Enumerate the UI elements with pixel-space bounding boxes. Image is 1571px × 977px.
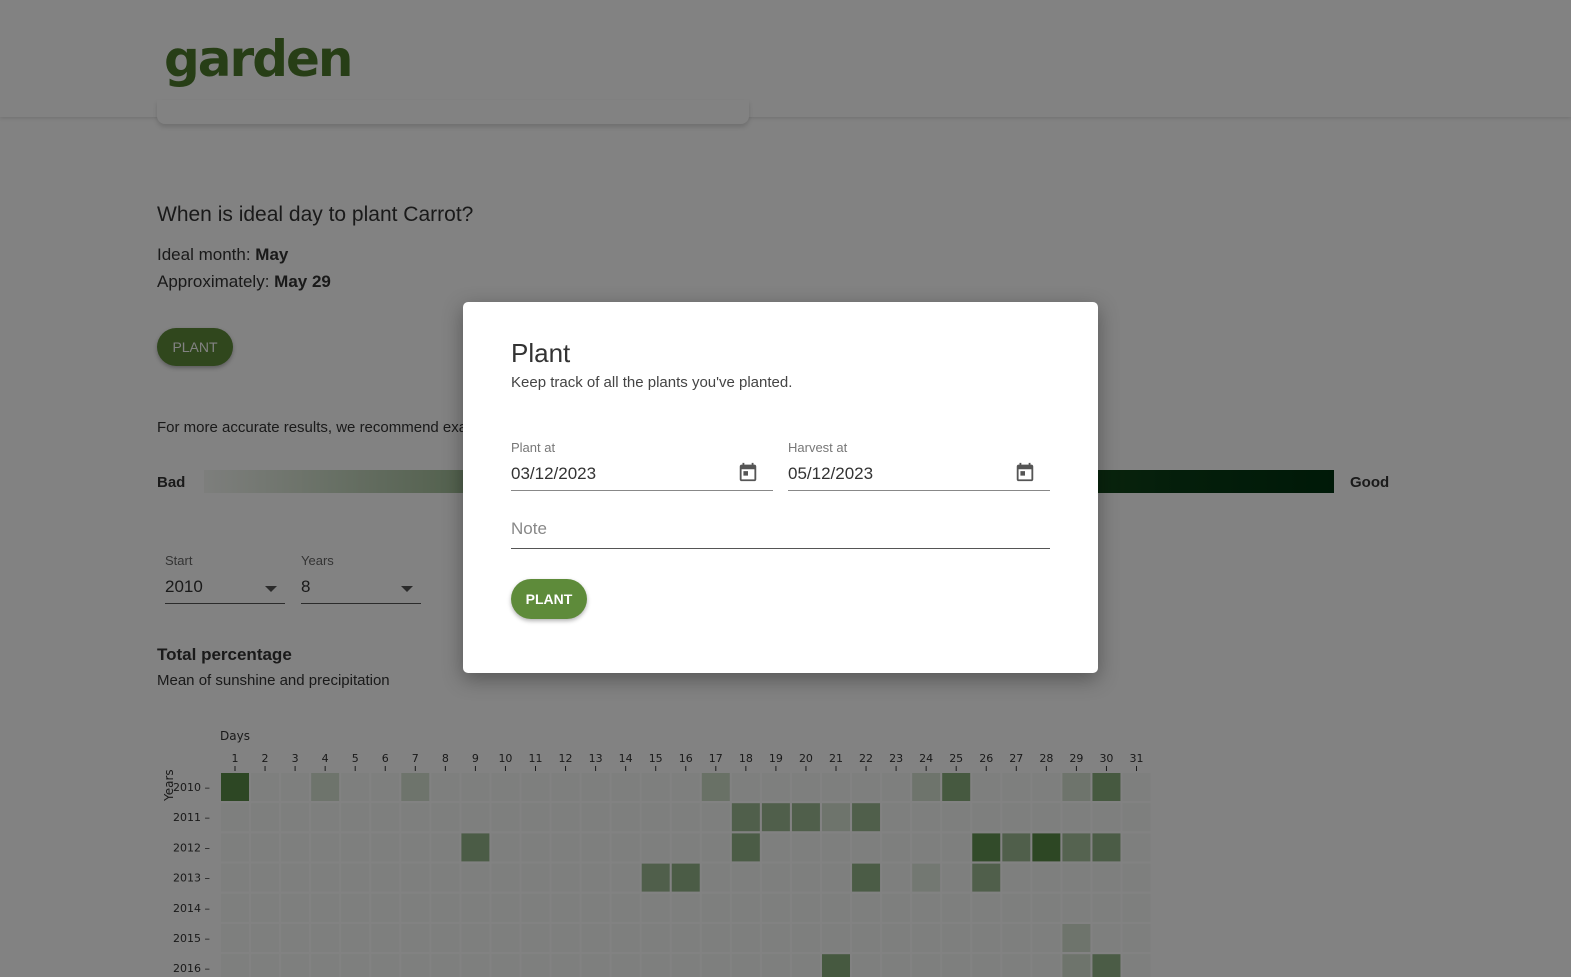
dialog-title: Plant	[511, 338, 571, 368]
note-field[interactable]	[511, 512, 1050, 549]
plant-at-field[interactable]: Plant at 03/12/2023	[511, 437, 773, 491]
dialog-subtitle: Keep track of all the plants you've plan…	[511, 374, 793, 391]
calendar-icon[interactable]	[1014, 461, 1036, 483]
plant-dialog: Plant Keep track of all the plants you'v…	[463, 302, 1098, 673]
calendar-icon[interactable]	[737, 461, 759, 483]
harvest-at-field[interactable]: Harvest at 05/12/2023	[788, 437, 1050, 491]
harvest-at-value: 05/12/2023	[788, 464, 874, 483]
harvest-at-label: Harvest at	[788, 440, 848, 455]
plant-at-label: Plant at	[511, 440, 556, 455]
note-input[interactable]	[511, 519, 1050, 539]
plant-at-value: 03/12/2023	[511, 464, 597, 483]
submit-plant-button[interactable]: PLANT	[511, 579, 587, 619]
